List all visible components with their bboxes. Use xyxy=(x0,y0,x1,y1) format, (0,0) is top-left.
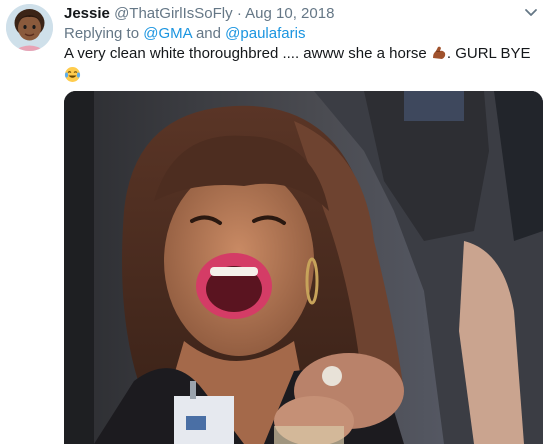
tweet-text-part-1: A very clean white thoroughbred .... aww… xyxy=(64,45,427,62)
face-with-tears-of-joy-emoji xyxy=(64,66,81,88)
tweet-text: A very clean white thoroughbred .... aww… xyxy=(64,45,534,88)
author-name[interactable]: Jessie xyxy=(64,5,110,22)
reply-and: and xyxy=(195,25,221,42)
tweet-date[interactable]: Aug 10, 2018 xyxy=(245,5,334,22)
reply-mention-gma[interactable]: @GMA xyxy=(143,25,192,42)
tweet-card: Jessie @ThatGirlIsSoFly · Aug 10, 2018 R… xyxy=(0,0,549,444)
separator-dot: · xyxy=(236,5,242,22)
reply-mention-paulafaris[interactable]: @paulafaris xyxy=(225,25,305,42)
tweet-header: Jessie @ThatGirlIsSoFly · Aug 10, 2018 xyxy=(64,5,334,23)
memoji-avatar-icon xyxy=(6,4,53,51)
reply-prefix: Replying to xyxy=(64,25,140,42)
author-handle[interactable]: @ThatGirlIsSoFly xyxy=(114,5,233,22)
flexed-biceps-emoji xyxy=(431,45,447,66)
reply-context: Replying to @GMA and @paulafaris xyxy=(64,25,305,43)
tweet-media-image[interactable] xyxy=(64,91,543,444)
chevron-down-icon[interactable] xyxy=(523,6,539,20)
avatar[interactable] xyxy=(6,4,53,51)
tweet-text-part-2: . GURL BYE xyxy=(446,45,531,62)
